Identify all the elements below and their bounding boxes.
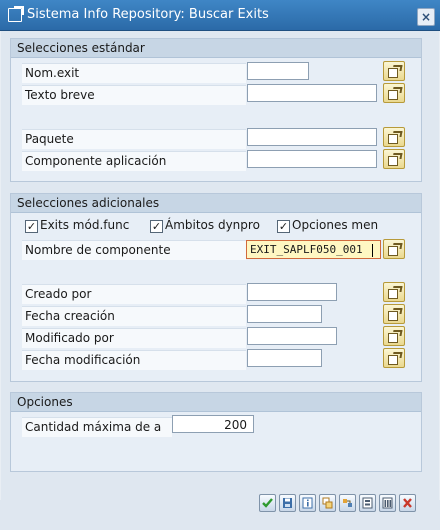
window-title: Sistema Info Repository: Buscar Exits <box>27 7 269 22</box>
field-row-fecha-creacion: Fecha creación <box>22 306 246 326</box>
field-row-component-name: Nombre de componente <box>22 240 246 260</box>
section-header: Selecciones estándar <box>11 39 421 58</box>
info-button[interactable] <box>299 494 316 512</box>
fecha-modificacion-label: Fecha modificación <box>25 353 141 367</box>
field-row-creado-por: Creado por <box>22 284 246 304</box>
nom-exit-input[interactable] <box>247 62 309 80</box>
componente-label: Componente aplicación <box>25 154 167 168</box>
checkbox-mark-icon: ✓ <box>150 220 163 233</box>
modificado-por-multi-select-button[interactable] <box>383 326 405 346</box>
title-bar: Sistema Info Repository: Buscar Exits × <box>0 0 440 31</box>
paquete-multi-select-button[interactable] <box>383 127 405 147</box>
max-hits-value: 200 <box>224 418 247 432</box>
save-variant-button[interactable] <box>279 494 296 512</box>
field-row-max-hits: Cantidad máxima de a <box>22 417 172 437</box>
opciones-men-label: Opciones men <box>292 218 379 232</box>
component-name-multi-select-button[interactable] <box>383 239 405 259</box>
component-name-input[interactable]: EXIT_SAPLF050_001 <box>246 240 381 259</box>
fecha-modificacion-multi-select-button[interactable] <box>383 348 405 368</box>
max-hits-label: Cantidad máxima de a <box>25 420 162 434</box>
max-hits-input[interactable]: 200 <box>172 415 254 433</box>
field-row-nom-exit: Nom.exit <box>22 63 246 83</box>
multi-selection-icon <box>322 497 333 509</box>
paquete-input[interactable] <box>247 128 377 146</box>
settings-icon <box>343 499 352 507</box>
creado-por-multi-select-button[interactable] <box>383 282 405 302</box>
fecha-creacion-label: Fecha creación <box>25 309 115 323</box>
texto-breve-input[interactable] <box>247 84 377 102</box>
text-cursor <box>372 244 373 257</box>
delete-selection-button[interactable] <box>359 494 376 512</box>
creado-por-label: Creado por <box>25 287 92 301</box>
save-variant-icon <box>283 498 292 508</box>
fecha-modificacion-input[interactable] <box>247 349 322 367</box>
component-name-label: Nombre de componente <box>25 243 171 257</box>
nom-exit-label: Nom.exit <box>25 66 80 80</box>
multi-selection-button[interactable] <box>319 494 336 512</box>
section-title: Opciones <box>17 395 73 409</box>
field-row-fecha-modificacion: Fecha modificación <box>22 350 246 370</box>
section-title: Selecciones adicionales <box>17 196 160 210</box>
componente-multi-select-button[interactable] <box>383 149 405 169</box>
info-icon <box>302 497 313 509</box>
close-button[interactable]: × <box>417 8 435 26</box>
cancel-icon <box>403 498 412 508</box>
componente-input[interactable] <box>247 150 377 168</box>
cancel-button[interactable] <box>399 494 416 512</box>
execute-icon <box>262 498 273 508</box>
section-header: Opciones <box>11 393 421 412</box>
settings-button[interactable] <box>339 494 356 512</box>
modificado-por-input[interactable] <box>247 327 337 345</box>
section-header: Selecciones adicionales <box>11 194 421 213</box>
fecha-creacion-input[interactable] <box>247 305 322 323</box>
ambitos-dynpro-label: Ámbitos dynpro <box>165 218 260 232</box>
texto-breve-multi-select-button[interactable] <box>383 83 405 103</box>
texto-breve-label: Texto breve <box>25 88 95 102</box>
exits-modfunc-label: Exits mód.func <box>40 218 130 232</box>
layout-button[interactable] <box>379 494 396 512</box>
fecha-creacion-multi-select-button[interactable] <box>383 304 405 324</box>
execute-button[interactable] <box>259 494 276 512</box>
section-title: Selecciones estándar <box>17 41 145 55</box>
component-name-value: EXIT_SAPLF050_001 <box>250 243 363 256</box>
window-icon <box>8 6 24 22</box>
paquete-label: Paquete <box>25 132 74 146</box>
checkbox-mark-icon: ✓ <box>277 220 290 233</box>
checkbox-mark-icon: ✓ <box>25 220 38 233</box>
field-row-paquete: Paquete <box>22 129 246 149</box>
modificado-por-label: Modificado por <box>25 331 114 345</box>
nom-exit-multi-select-button[interactable] <box>383 61 405 81</box>
field-row-modificado-por: Modificado por <box>22 328 246 348</box>
field-row-componente: Componente aplicación <box>22 151 246 171</box>
delete-selection-icon <box>362 497 373 509</box>
creado-por-input[interactable] <box>247 283 337 301</box>
layout-icon <box>382 497 393 509</box>
field-row-texto-breve: Texto breve <box>22 85 246 105</box>
